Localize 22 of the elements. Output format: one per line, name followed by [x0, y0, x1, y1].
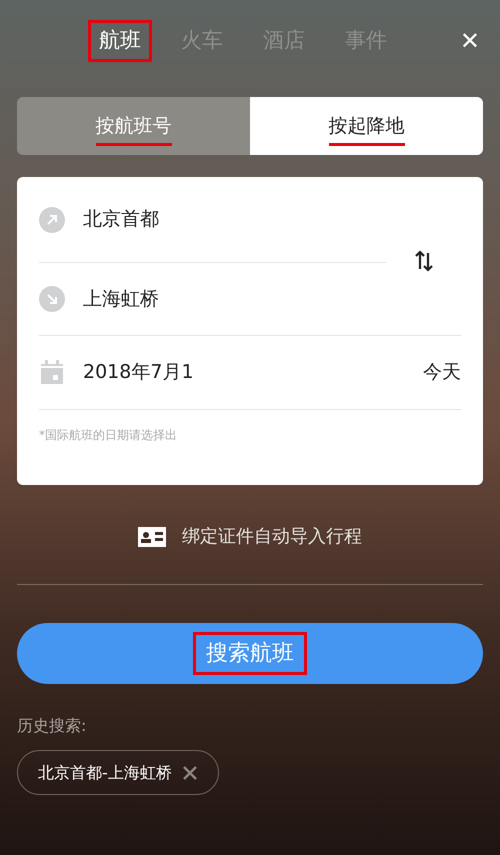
departure-icon: [39, 206, 65, 232]
mode-label: 按航班号: [96, 106, 172, 146]
mode-tab[interactable]: 按起降地: [250, 97, 483, 155]
swap-icon[interactable]: [415, 249, 433, 273]
date-note: *国际航班的日期请选择出: [39, 427, 178, 444]
date-field[interactable]: 2018年7月1: [83, 358, 194, 387]
bind-id-link[interactable]: 绑定证件自动导入行程: [138, 523, 362, 550]
calendar-icon: [39, 360, 65, 386]
search-label: 搜索航班: [193, 632, 307, 675]
mode-tab[interactable]: 按航班号: [17, 97, 250, 155]
history-chip[interactable]: 北京首都-上海虹桥: [17, 750, 219, 795]
arrival-field[interactable]: 上海虹桥: [83, 284, 159, 314]
history-label: 历史搜索:: [17, 715, 88, 737]
mode-label: 按起降地: [328, 106, 404, 146]
remove-icon[interactable]: [182, 764, 198, 780]
departure-field[interactable]: 北京首都: [83, 205, 159, 234]
id-card-icon: [138, 526, 166, 546]
arrival-icon: [39, 286, 65, 312]
close-button[interactable]: ✕: [460, 29, 480, 53]
category-tab[interactable]: 航班: [88, 20, 152, 62]
date-hint: 今天: [423, 360, 461, 386]
history-chip-label: 北京首都-上海虹桥: [38, 762, 172, 784]
